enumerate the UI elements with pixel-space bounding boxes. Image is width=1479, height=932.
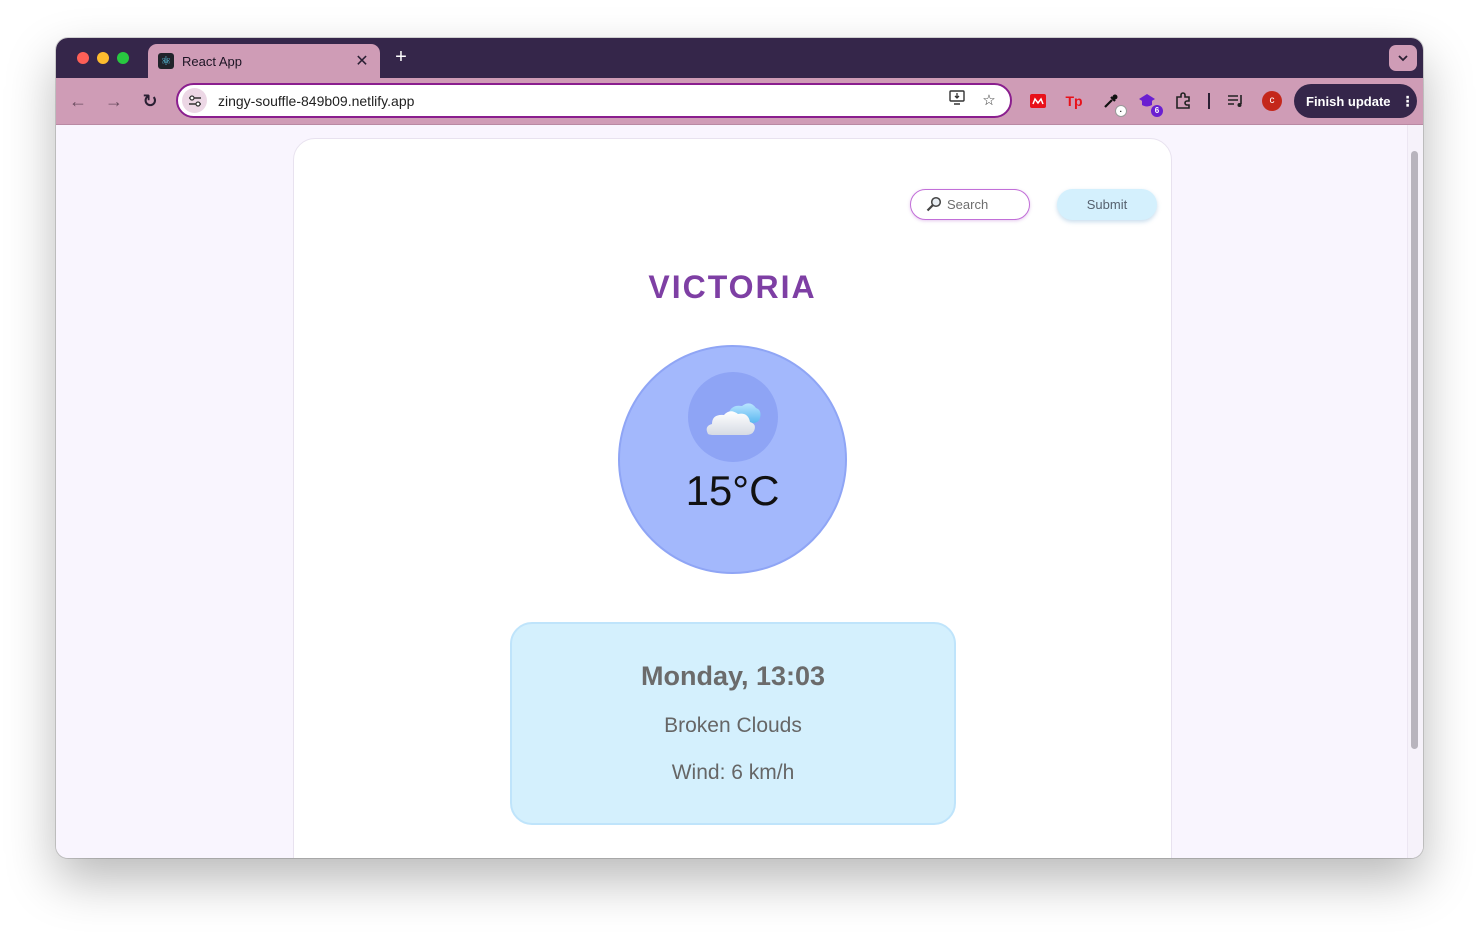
browser-toolbar: ← → ↻ zingy-souffle-849b09.netlify.app ☆… [56,78,1423,125]
address-bar[interactable]: zingy-souffle-849b09.netlify.app ☆ [176,83,1012,118]
maximize-window-button[interactable] [117,52,129,64]
url-text[interactable]: zingy-souffle-849b09.netlify.app [218,93,946,109]
close-window-button[interactable] [77,52,89,64]
bookmark-star-icon[interactable]: ☆ [978,90,1000,112]
more-menu-icon: ⋮ [1400,92,1415,109]
puzzle-extensions-icon[interactable] [1171,89,1195,113]
purple-extension-icon[interactable]: 6 [1135,89,1163,117]
day-time: Monday, 13:03 [640,661,826,691]
new-tab-button[interactable]: + [390,46,412,68]
close-tab-icon[interactable]: ✕ [354,51,370,71]
weather-description: Broken Clouds [664,714,802,737]
react-icon: ⚛ [158,53,174,69]
eyedropper-extension-icon[interactable]: · [1099,89,1127,117]
browser-window: ⚛ React App ✕ + ← → ↻ zingy-souffle-849b… [56,38,1423,858]
reload-button[interactable]: ↻ [139,90,161,112]
forward-button[interactable]: → [103,90,125,112]
minimize-window-button[interactable] [97,52,109,64]
chevron-down-icon [1398,55,1408,62]
scrollbar-thumb[interactable] [1411,151,1418,749]
city-name: VICTORIA [648,269,817,305]
temperature-circle: 15°C [618,345,847,574]
tp-extension-icon[interactable]: Tp [1062,89,1086,113]
back-button[interactable]: ← [67,90,89,112]
browser-tab[interactable]: ⚛ React App ✕ [148,44,380,78]
finish-update-label: Finish update [1306,93,1391,109]
tab-bar: ⚛ React App ✕ + [56,38,1423,78]
weather-card: Submit VICTORIA [293,138,1172,858]
site-info-icon[interactable] [182,88,207,113]
submit-button[interactable]: Submit [1057,189,1157,220]
search-icon [926,196,942,215]
page-viewport: Submit VICTORIA [56,125,1423,858]
weather-details-panel: Monday, 13:03 Broken Clouds Wind: 6 km/h [510,622,956,825]
tab-search-button[interactable] [1389,45,1417,71]
weather-icon-halo [688,372,778,462]
profile-avatar[interactable]: c [1262,91,1282,111]
cloud-icon [706,403,761,435]
media-controls-icon[interactable] [1224,89,1248,113]
toolbar-divider [1208,93,1210,109]
install-app-icon[interactable] [946,89,968,112]
finish-update-button[interactable]: Finish update ⋮ [1294,84,1417,118]
wind-speed: Wind: 6 km/h [671,761,795,784]
extension-badge: 6 [1151,105,1163,117]
temperature-value: 15°C [685,467,780,514]
tab-title: React App [182,53,242,69]
red-extension-icon[interactable] [1026,89,1050,113]
scrollbar-track[interactable] [1407,125,1423,858]
